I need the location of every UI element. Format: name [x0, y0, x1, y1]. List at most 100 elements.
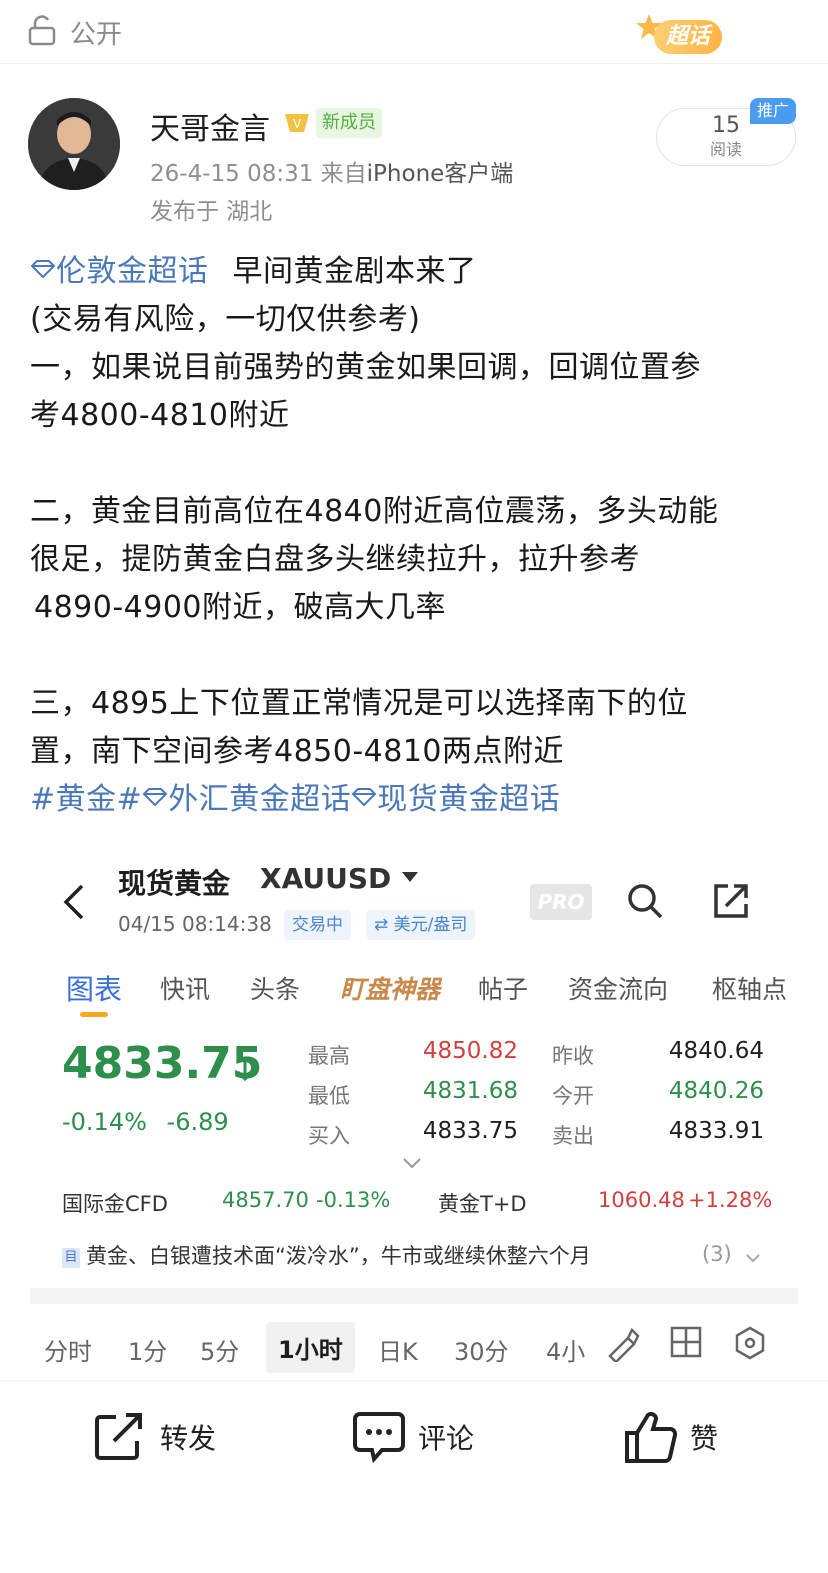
period-4h[interactable]: 4小: [546, 1332, 585, 1367]
ask-label: 卖出: [552, 1124, 594, 1148]
post-time: 26-4-15 08:31: [150, 161, 314, 187]
post-line: 考4800-4810附近: [30, 398, 290, 433]
period-30m[interactable]: 30分: [454, 1332, 509, 1367]
news-item[interactable]: 目黄金、白银遭技术面“泼冷水”，牛市或继续休整六个月: [62, 1240, 591, 1270]
change-percent: -0.14%: [62, 1108, 147, 1136]
prev-close-label: 昨收: [552, 1044, 594, 1068]
chevron-down-icon[interactable]: [402, 872, 418, 882]
post-body: 伦敦金超话 早间黄金剧本来了 (交易有风险，一切仅供参考) 一，如果说目前强势的…: [30, 248, 810, 824]
topic-name: 伦敦金超话: [56, 254, 209, 289]
high-value: 4850.82: [422, 1038, 518, 1064]
top-bar: 公开 超话: [0, 0, 828, 64]
tab-watch-tool[interactable]: 盯盘神器: [340, 970, 440, 1006]
ask-value: 4833.91: [668, 1118, 764, 1144]
td-label: 黄金T+D: [438, 1192, 527, 1216]
tab-chart[interactable]: 图表: [66, 968, 122, 1008]
high-label: 最高: [308, 1044, 350, 1068]
tab-headlines[interactable]: 头条: [250, 970, 300, 1006]
pro-button[interactable]: PRO: [530, 884, 592, 920]
period-5m[interactable]: 5分: [200, 1332, 239, 1367]
supertopic-badge: 超话: [654, 20, 723, 54]
bid-value: 4833.75: [422, 1118, 518, 1144]
open-value: 4840.26: [668, 1078, 764, 1104]
instrument-title: 现货黄金: [118, 867, 231, 900]
instrument-symbol[interactable]: XAUUSD: [260, 862, 391, 895]
diamond-icon: [142, 788, 168, 807]
post-line: 置，南下空间参考4850-4810两点附近: [30, 734, 565, 769]
svg-text:V: V: [293, 117, 302, 131]
post-line: 4890-4900附近，破高大几率: [34, 590, 447, 625]
prev-close-value: 4840.64: [668, 1038, 764, 1064]
period-1h[interactable]: 1小时: [266, 1322, 355, 1373]
post-line: 一，如果说目前强势的黄金如果回调，回调位置参: [30, 350, 701, 385]
tab-fund-flow[interactable]: 资金流向: [568, 970, 668, 1006]
diamond-icon: [351, 788, 377, 807]
topic-link[interactable]: 伦敦金超话: [30, 254, 209, 289]
period-1m[interactable]: 1分: [128, 1332, 167, 1367]
divider: [30, 1288, 798, 1304]
promote-badge[interactable]: 推广: [750, 98, 797, 124]
post-location: 发布于 湖北: [150, 199, 273, 225]
post-image-quote[interactable]: 现货黄金 XAUUSD 04/15 08:14:38 交易中 ⇄ 美元/盎司 P…: [30, 848, 798, 1388]
action-bar: 转发 评论 赞: [0, 1380, 828, 1500]
tab-flash[interactable]: 快讯: [160, 970, 210, 1006]
supertopic-button[interactable]: 超话: [632, 10, 754, 58]
like-icon[interactable]: [624, 1411, 678, 1469]
currency-badge: ⇄ 美元/盎司: [366, 910, 476, 940]
cfd-label: 国际金CFD: [62, 1192, 168, 1216]
client-source: iPhone客户端: [366, 161, 514, 187]
settings-hexagon-icon[interactable]: [734, 1326, 766, 1364]
chevron-down-icon[interactable]: [746, 1248, 760, 1267]
active-tab-indicator: [80, 1012, 108, 1017]
price-change: -0.14% -6.89: [62, 1108, 229, 1136]
post-meta: 26-4-15 08:31 来自iPhone客户端: [150, 154, 513, 188]
new-member-badge: 新成员: [316, 108, 382, 138]
spot-topic-link[interactable]: 现货黄金超话: [351, 782, 560, 817]
author-name[interactable]: 天哥金言: [150, 104, 270, 148]
post-line: 三，4895上下位置正常情况是可以选择南下的位: [30, 686, 688, 721]
bid-label: 买入: [308, 1124, 350, 1148]
diamond-icon: [30, 260, 56, 279]
period-timeline[interactable]: 分时: [44, 1332, 92, 1367]
unlock-icon: [28, 14, 56, 50]
tab-pivot[interactable]: 枢轴点: [712, 970, 787, 1006]
vip-icon: V: [282, 110, 312, 140]
grid-layout-icon[interactable]: [670, 1326, 702, 1362]
from-label: 来自: [320, 161, 367, 187]
hashtag-gold[interactable]: #黄金#: [30, 782, 142, 817]
share-icon[interactable]: [712, 882, 750, 924]
post-line: 很足，提防黄金白盘多头继续拉升，拉升参考: [30, 542, 640, 577]
cfd-change: -0.13%: [316, 1188, 391, 1212]
last-price: 4833.75: [62, 1038, 263, 1089]
like-button[interactable]: 赞: [690, 1417, 718, 1457]
forex-topic-name: 外汇黄金超话: [168, 782, 352, 817]
search-icon[interactable]: [626, 882, 664, 924]
tab-posts[interactable]: 帖子: [478, 970, 528, 1006]
expand-chevron-icon[interactable]: [402, 1154, 422, 1173]
cfd-price: 4857.70: [222, 1188, 309, 1212]
post-line: (交易有风险，一切仅供参考): [30, 302, 421, 337]
low-label: 最低: [308, 1084, 350, 1108]
avatar[interactable]: [28, 98, 120, 190]
post-headline: 早间黄金剧本来了: [232, 254, 477, 289]
td-change: +1.28%: [688, 1188, 773, 1212]
open-label: 今开: [552, 1084, 594, 1108]
repost-button[interactable]: 转发: [160, 1417, 216, 1457]
quote-tabs: 图表 快讯 头条 盯盘神器 帖子 资金流向 枢轴点: [30, 966, 798, 1026]
quote-time: 04/15 08:14:38: [118, 912, 272, 936]
low-value: 4831.68: [422, 1078, 518, 1104]
trading-status-badge: 交易中: [284, 910, 351, 940]
comment-button[interactable]: 评论: [418, 1417, 474, 1457]
news-icon: 目: [62, 1248, 80, 1268]
post-line: 二，黄金目前高位在4840附近高位震荡，多头动能: [30, 494, 719, 529]
comment-icon[interactable]: [352, 1411, 406, 1467]
arrow-down-icon: [236, 1060, 254, 1086]
spot-topic-name: 现货黄金超话: [377, 782, 561, 817]
draw-tool-icon[interactable]: [606, 1326, 640, 1366]
forex-topic-link[interactable]: 外汇黄金超话: [142, 782, 351, 817]
back-arrow-icon[interactable]: [62, 884, 86, 924]
news-count: (3): [702, 1242, 732, 1266]
repost-icon[interactable]: [94, 1411, 148, 1465]
period-daily[interactable]: 日K: [378, 1332, 418, 1367]
visibility-label[interactable]: 公开: [70, 14, 122, 51]
